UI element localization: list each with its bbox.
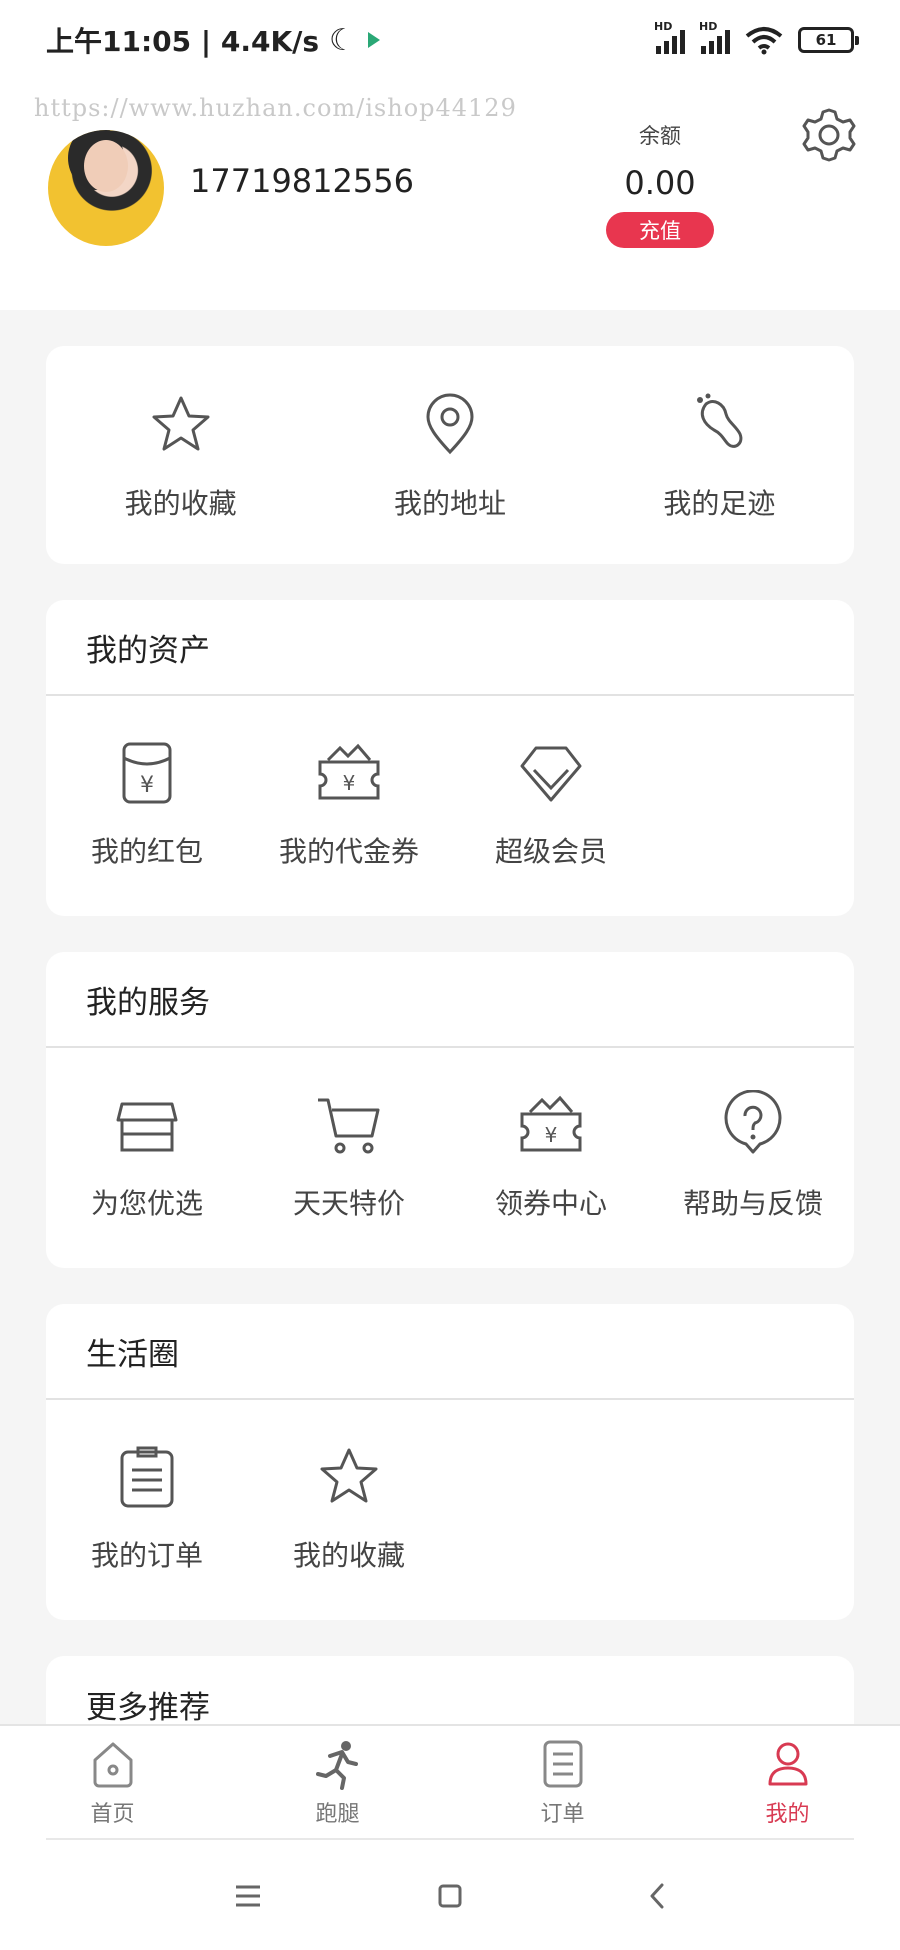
asset-label: 我的红包 <box>90 835 203 868</box>
runner-icon <box>315 1741 358 1790</box>
tab-orders[interactable]: 订单 <box>450 1726 675 1842</box>
quick-link-footprint[interactable]: 我的足迹 <box>585 390 854 522</box>
quick-links-card: 我的收藏 我的地址 我的足迹 <box>46 346 854 564</box>
star-icon <box>320 1448 378 1503</box>
status-right: HD HD 61 <box>654 20 859 55</box>
order-icon <box>543 1740 582 1788</box>
battery-icon: 61 <box>798 27 859 53</box>
service-help-feedback[interactable]: 帮助与反馈 <box>652 1090 854 1222</box>
red-packet-icon: ¥ <box>122 742 172 804</box>
voucher-icon: ¥ <box>318 743 380 800</box>
cart-icon <box>318 1098 380 1154</box>
settings-gear-icon[interactable] <box>800 106 858 164</box>
quick-link-label: 我的地址 <box>393 487 506 520</box>
assets-grid: ¥ 我的红包 ¥ 我的代金券 超级会员 <box>46 696 854 870</box>
profile-screen: 上午11:05 | 4.4K/s ☾ HD HD 61 https://www.… <box>0 0 900 1950</box>
quick-link-favorites[interactable]: 我的收藏 <box>46 390 315 522</box>
life-circle-grid: 我的订单 我的收藏 <box>46 1400 854 1574</box>
service-label: 天天特价 <box>292 1187 405 1220</box>
tab-label: 跑腿 <box>315 1802 360 1827</box>
user-icon <box>768 1742 807 1786</box>
asset-red-packet[interactable]: ¥ 我的红包 <box>46 738 248 870</box>
signal-icon: HD <box>699 20 730 54</box>
service-label: 为您优选 <box>90 1187 203 1220</box>
home-square-icon[interactable] <box>428 1874 472 1918</box>
menu-icon[interactable] <box>226 1874 270 1918</box>
user-phone: 17719812556 <box>190 162 414 200</box>
assets-title: 我的资产 <box>46 600 854 696</box>
life-my-orders[interactable]: 我的订单 <box>46 1442 248 1574</box>
asset-super-member[interactable]: 超级会员 <box>450 738 652 870</box>
battery-level: 61 <box>815 31 837 49</box>
tab-label: 首页 <box>90 1802 135 1827</box>
help-icon <box>724 1090 782 1154</box>
balance-label: 余额 <box>639 124 681 148</box>
svg-text:¥: ¥ <box>140 773 154 798</box>
assets-card: 我的资产 ¥ 我的红包 ¥ 我的代金券 超级会员 <box>46 600 854 916</box>
bottom-tab-bar: 首页 跑腿 订单 我的 <box>0 1724 900 1842</box>
system-nav-bar <box>0 1842 900 1950</box>
life-label: 我的订单 <box>90 1539 203 1572</box>
diamond-icon <box>520 746 582 802</box>
watermark: https://www.huzhan.com/ishop44129 <box>34 94 517 122</box>
services-card: 我的服务 为您优选 天天特价 ¥ 领券中心 帮助与反馈 <box>46 952 854 1268</box>
quick-link-label: 我的收藏 <box>124 487 237 520</box>
quick-links-grid: 我的收藏 我的地址 我的足迹 <box>46 346 854 522</box>
recharge-button[interactable]: 充值 <box>606 212 714 248</box>
tab-mine[interactable]: 我的 <box>675 1726 900 1842</box>
status-time-speed: 上午11:05 | 4.4K/s <box>46 25 320 58</box>
tab-errand[interactable]: 跑腿 <box>225 1726 450 1842</box>
life-label: 我的收藏 <box>292 1539 405 1572</box>
life-circle-title: 生活圈 <box>46 1304 854 1400</box>
asset-label: 我的代金券 <box>278 835 419 868</box>
life-circle-card: 生活圈 我的订单 我的收藏 <box>46 1304 854 1620</box>
life-my-favorites[interactable]: 我的收藏 <box>248 1442 450 1574</box>
status-left: 上午11:05 | 4.4K/s ☾ <box>46 20 380 60</box>
service-recommend[interactable]: 为您优选 <box>46 1090 248 1222</box>
asset-voucher[interactable]: ¥ 我的代金券 <box>248 738 450 870</box>
svg-text:¥: ¥ <box>343 771 356 795</box>
profile-header: https://www.huzhan.com/ishop44129 177198… <box>0 80 900 310</box>
clipboard-icon <box>120 1446 174 1508</box>
coupon-icon: ¥ <box>520 1095 582 1152</box>
balance-block: 余额 0.00 充值 <box>600 120 720 248</box>
home-icon <box>93 1742 132 1788</box>
moon-icon: ☾ <box>329 22 356 58</box>
location-pin-icon <box>426 393 474 455</box>
star-icon <box>152 396 210 451</box>
balance-value: 0.00 <box>624 164 696 202</box>
service-label: 帮助与反馈 <box>682 1187 823 1220</box>
service-daily-deals[interactable]: 天天特价 <box>248 1090 450 1222</box>
svg-text:¥: ¥ <box>545 1123 558 1147</box>
quick-link-label: 我的足迹 <box>663 487 776 520</box>
tab-label: 我的 <box>765 1802 810 1827</box>
back-chevron-icon[interactable] <box>636 1874 680 1918</box>
wifi-icon <box>745 27 783 55</box>
tab-home[interactable]: 首页 <box>0 1726 225 1842</box>
services-title: 我的服务 <box>46 952 854 1048</box>
services-grid: 为您优选 天天特价 ¥ 领券中心 帮助与反馈 <box>46 1048 854 1222</box>
status-bar: 上午11:05 | 4.4K/s ☾ HD HD 61 <box>0 0 900 80</box>
footprint-icon <box>697 393 743 448</box>
store-icon <box>116 1102 178 1152</box>
signal-icon: HD <box>654 20 685 54</box>
quick-link-address[interactable]: 我的地址 <box>315 390 584 522</box>
avatar[interactable] <box>48 130 164 246</box>
tab-bar-divider <box>46 1838 854 1840</box>
asset-label: 超级会员 <box>494 835 607 868</box>
tab-label: 订单 <box>540 1802 585 1827</box>
play-icon <box>367 32 380 48</box>
service-label: 领券中心 <box>494 1187 607 1220</box>
service-coupon-center[interactable]: ¥ 领券中心 <box>450 1090 652 1222</box>
